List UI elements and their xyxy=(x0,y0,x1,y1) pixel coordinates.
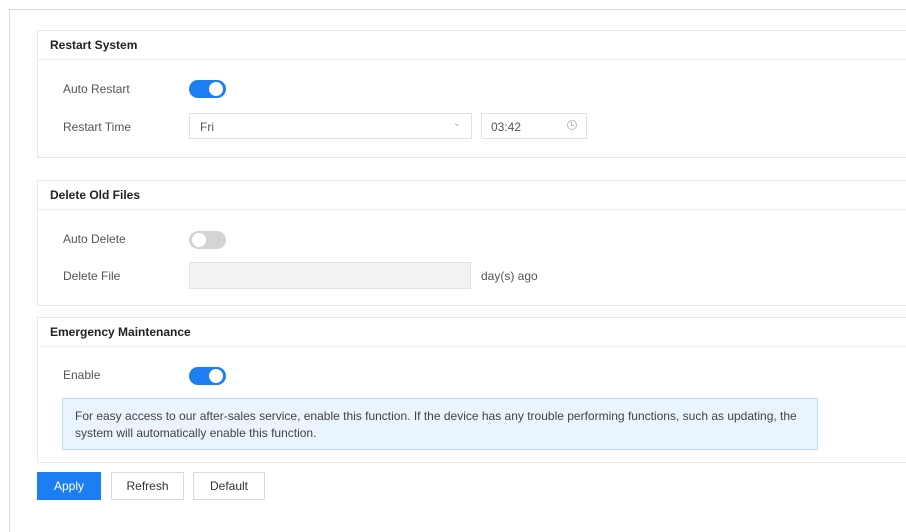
toggle-knob xyxy=(209,369,223,383)
delete-file-suffix: day(s) ago xyxy=(481,269,538,283)
auto-restart-label: Auto Restart xyxy=(63,82,130,96)
emergency-maintenance-notice: For easy access to our after-sales servi… xyxy=(62,398,818,450)
restart-time-label: Restart Time xyxy=(63,120,132,134)
emergency-maintenance-toggle[interactable] xyxy=(189,367,226,385)
restart-time-value: 03:42 xyxy=(491,120,522,134)
restart-time-picker[interactable]: 03:42 xyxy=(481,113,587,139)
delete-old-files-section: Delete Old Files xyxy=(37,180,906,306)
delete-file-label: Delete File xyxy=(63,269,121,283)
restart-system-title: Restart System xyxy=(38,31,906,60)
restart-day-select[interactable]: Fri ⌄ xyxy=(189,113,472,139)
auto-delete-label: Auto Delete xyxy=(63,232,126,246)
default-button[interactable]: Default xyxy=(193,472,265,500)
auto-delete-toggle[interactable] xyxy=(189,231,226,249)
refresh-button[interactable]: Refresh xyxy=(111,472,184,500)
enable-label: Enable xyxy=(63,368,101,382)
restart-day-value: Fri xyxy=(200,120,214,134)
delete-old-files-title: Delete Old Files xyxy=(38,181,906,210)
emergency-maintenance-title: Emergency Maintenance xyxy=(38,318,906,347)
auto-restart-toggle[interactable] xyxy=(189,80,226,98)
apply-button[interactable]: Apply xyxy=(37,472,101,500)
toggle-knob xyxy=(192,233,206,247)
delete-file-days-input[interactable] xyxy=(189,262,471,289)
chevron-down-icon: ⌄ xyxy=(452,118,461,129)
toggle-knob xyxy=(209,82,223,96)
clock-icon xyxy=(567,120,577,130)
